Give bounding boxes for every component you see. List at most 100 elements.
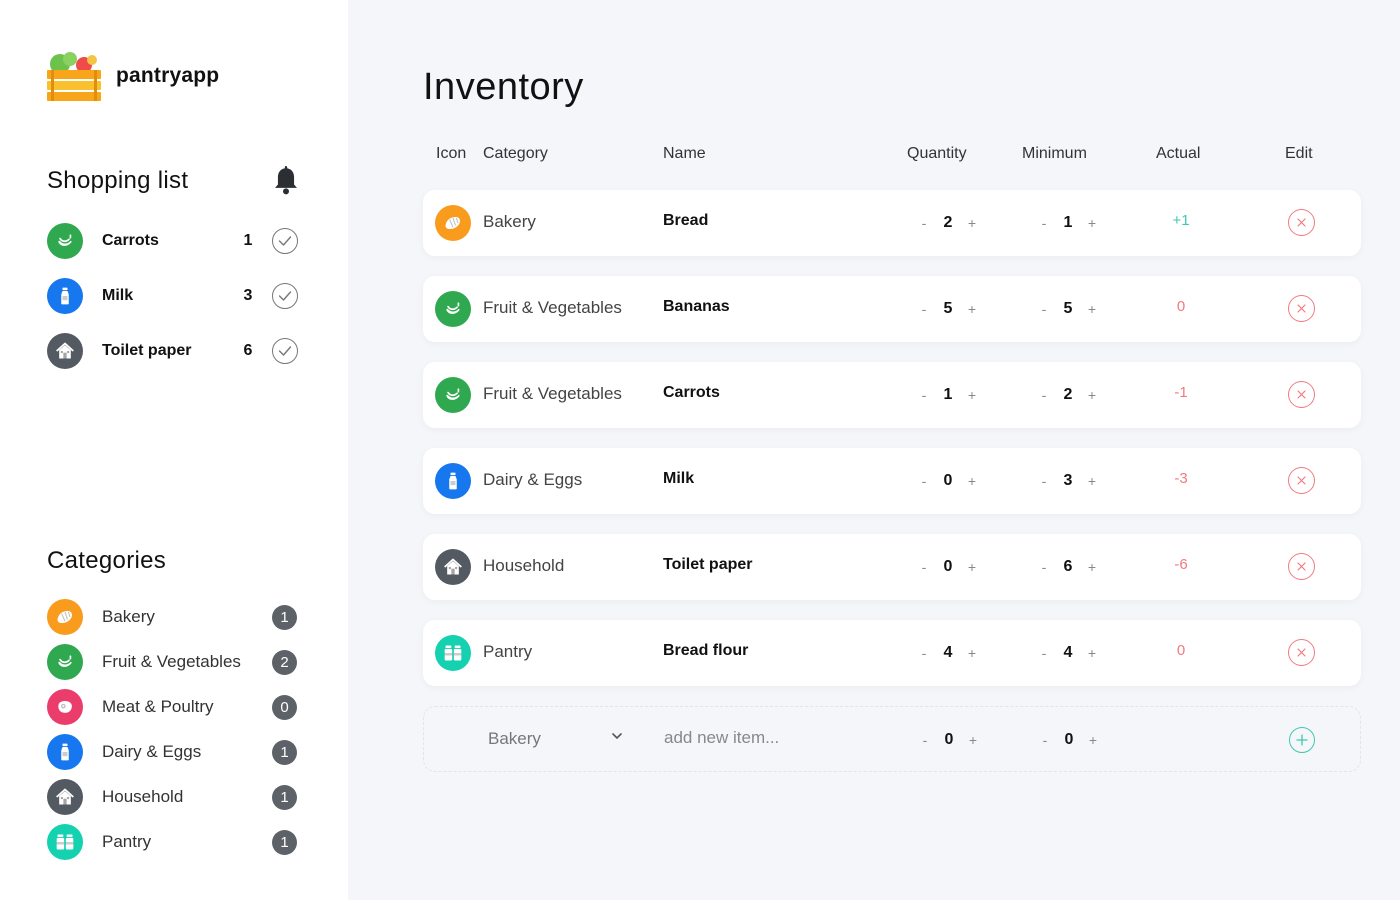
increment-button[interactable]: +	[966, 215, 978, 231]
category-item[interactable]: Bakery 1	[47, 599, 299, 635]
milk-bottle-icon	[47, 278, 83, 314]
category-item[interactable]: Dairy & Eggs 1	[47, 734, 299, 770]
increment-button[interactable]: +	[1086, 645, 1098, 661]
banana-icon	[47, 644, 83, 680]
bell-icon[interactable]	[272, 166, 300, 196]
row-actual-value: 0	[1176, 298, 1186, 315]
decrement-button[interactable]: -	[1038, 473, 1050, 489]
increment-button[interactable]: +	[966, 473, 978, 489]
delete-item-button[interactable]	[1288, 553, 1315, 580]
column-header-edit: Edit	[1285, 145, 1313, 162]
decrement-button[interactable]: -	[918, 387, 930, 403]
new-item-category-select[interactable]: Bakery	[488, 729, 541, 749]
quantity-value: 4	[943, 644, 953, 661]
row-item-name: Bread	[663, 212, 709, 229]
increment-button[interactable]: +	[1086, 559, 1098, 575]
increment-button[interactable]: +	[967, 732, 979, 748]
decrement-button[interactable]: -	[918, 559, 930, 575]
shopping-list-item: Milk 3	[47, 278, 299, 314]
add-item-button[interactable]	[1289, 727, 1315, 753]
shopping-item-name: Milk	[102, 287, 134, 304]
category-item[interactable]: Fruit & Vegetables 2	[47, 644, 299, 680]
minimum-value: 4	[1063, 644, 1073, 661]
increment-button[interactable]: +	[966, 301, 978, 317]
category-item[interactable]: Meat & Poultry 0	[47, 689, 299, 725]
delete-item-button[interactable]	[1288, 381, 1315, 408]
checkmark-icon	[278, 291, 292, 301]
row-icon-cell	[435, 377, 471, 413]
delete-item-button[interactable]	[1288, 295, 1315, 322]
decrement-button[interactable]: -	[1038, 559, 1050, 575]
close-icon	[1297, 562, 1306, 571]
decrement-button[interactable]: -	[918, 301, 930, 317]
increment-button[interactable]: +	[966, 559, 978, 575]
quantity-stepper: -4 +	[918, 642, 978, 664]
increment-button[interactable]: +	[1086, 473, 1098, 489]
close-icon	[1297, 304, 1306, 313]
milk-bottle-icon	[47, 734, 83, 770]
shopping-item-qty: 6	[243, 342, 253, 359]
category-count-badge: 2	[272, 649, 297, 675]
croissant-icon	[435, 205, 471, 241]
decrement-button[interactable]: -	[1039, 732, 1051, 748]
row-category: Fruit & Vegetables	[483, 384, 622, 403]
row-actual-value: -6	[1174, 556, 1188, 573]
increment-button[interactable]: +	[966, 645, 978, 661]
table-row: Household Toilet paper -0 + -6 + -6	[423, 534, 1361, 600]
decrement-button[interactable]: -	[919, 732, 931, 748]
decrement-button[interactable]: -	[918, 473, 930, 489]
minimum-value: 2	[1063, 386, 1073, 403]
logo[interactable]: pantryapp	[46, 50, 219, 102]
mark-bought-button[interactable]	[272, 283, 298, 309]
decrement-button[interactable]: -	[1038, 215, 1050, 231]
new-item-name-input[interactable]	[664, 728, 884, 748]
increment-button[interactable]: +	[966, 387, 978, 403]
category-name: Fruit & Vegetables	[102, 652, 241, 671]
house-icon	[47, 779, 83, 815]
delete-item-button[interactable]	[1288, 639, 1315, 666]
row-icon-cell	[435, 463, 471, 499]
category-item[interactable]: Pantry 1	[47, 824, 299, 860]
category-name: Household	[102, 787, 184, 806]
increment-button[interactable]: +	[1086, 301, 1098, 317]
category-name: Pantry	[102, 832, 152, 851]
mark-bought-button[interactable]	[272, 228, 298, 254]
jars-icon	[435, 635, 471, 671]
column-header-minimum: Minimum	[1022, 145, 1087, 162]
category-name: Dairy & Eggs	[102, 742, 202, 761]
column-header-name: Name	[663, 145, 706, 162]
decrement-button[interactable]: -	[1038, 301, 1050, 317]
row-actual-value: +1	[1172, 212, 1190, 229]
decrement-button[interactable]: -	[918, 215, 930, 231]
shopping-list-item: Carrots 1	[47, 223, 299, 259]
decrement-button[interactable]: -	[918, 645, 930, 661]
decrement-button[interactable]: -	[1038, 387, 1050, 403]
row-icon-cell	[435, 291, 471, 327]
category-count-badge: 0	[272, 694, 297, 720]
minimum-value: 1	[1063, 214, 1073, 231]
quantity-stepper: -1 +	[918, 384, 978, 406]
row-item-name: Bananas	[663, 298, 730, 315]
new-item-row: Bakery - 0 + - 0 +	[423, 706, 1361, 772]
quantity-stepper: -0 +	[918, 470, 978, 492]
banana-icon	[435, 377, 471, 413]
delete-item-button[interactable]	[1288, 209, 1315, 236]
row-item-name: Carrots	[663, 384, 720, 401]
increment-button[interactable]: +	[1086, 387, 1098, 403]
checkmark-icon	[278, 346, 292, 356]
banana-icon	[435, 291, 471, 327]
column-header-quantity: Quantity	[907, 145, 967, 162]
category-item[interactable]: Household 1	[47, 779, 299, 815]
chevron-down-icon[interactable]	[611, 731, 623, 741]
increment-button[interactable]: +	[1087, 732, 1099, 748]
delete-item-button[interactable]	[1288, 467, 1315, 494]
mark-bought-button[interactable]	[272, 338, 298, 364]
increment-button[interactable]: +	[1086, 215, 1098, 231]
minimum-stepper: -1 +	[1038, 212, 1098, 234]
minimum-value: 6	[1063, 558, 1073, 575]
table-row: Fruit & Vegetables Bananas -5 + -5 +0	[423, 276, 1361, 342]
category-name: Meat & Poultry	[102, 697, 214, 716]
table-row: Fruit & Vegetables Carrots -1 + -2 + -1	[423, 362, 1361, 428]
minimum-value: 5	[1063, 300, 1073, 317]
decrement-button[interactable]: -	[1038, 645, 1050, 661]
